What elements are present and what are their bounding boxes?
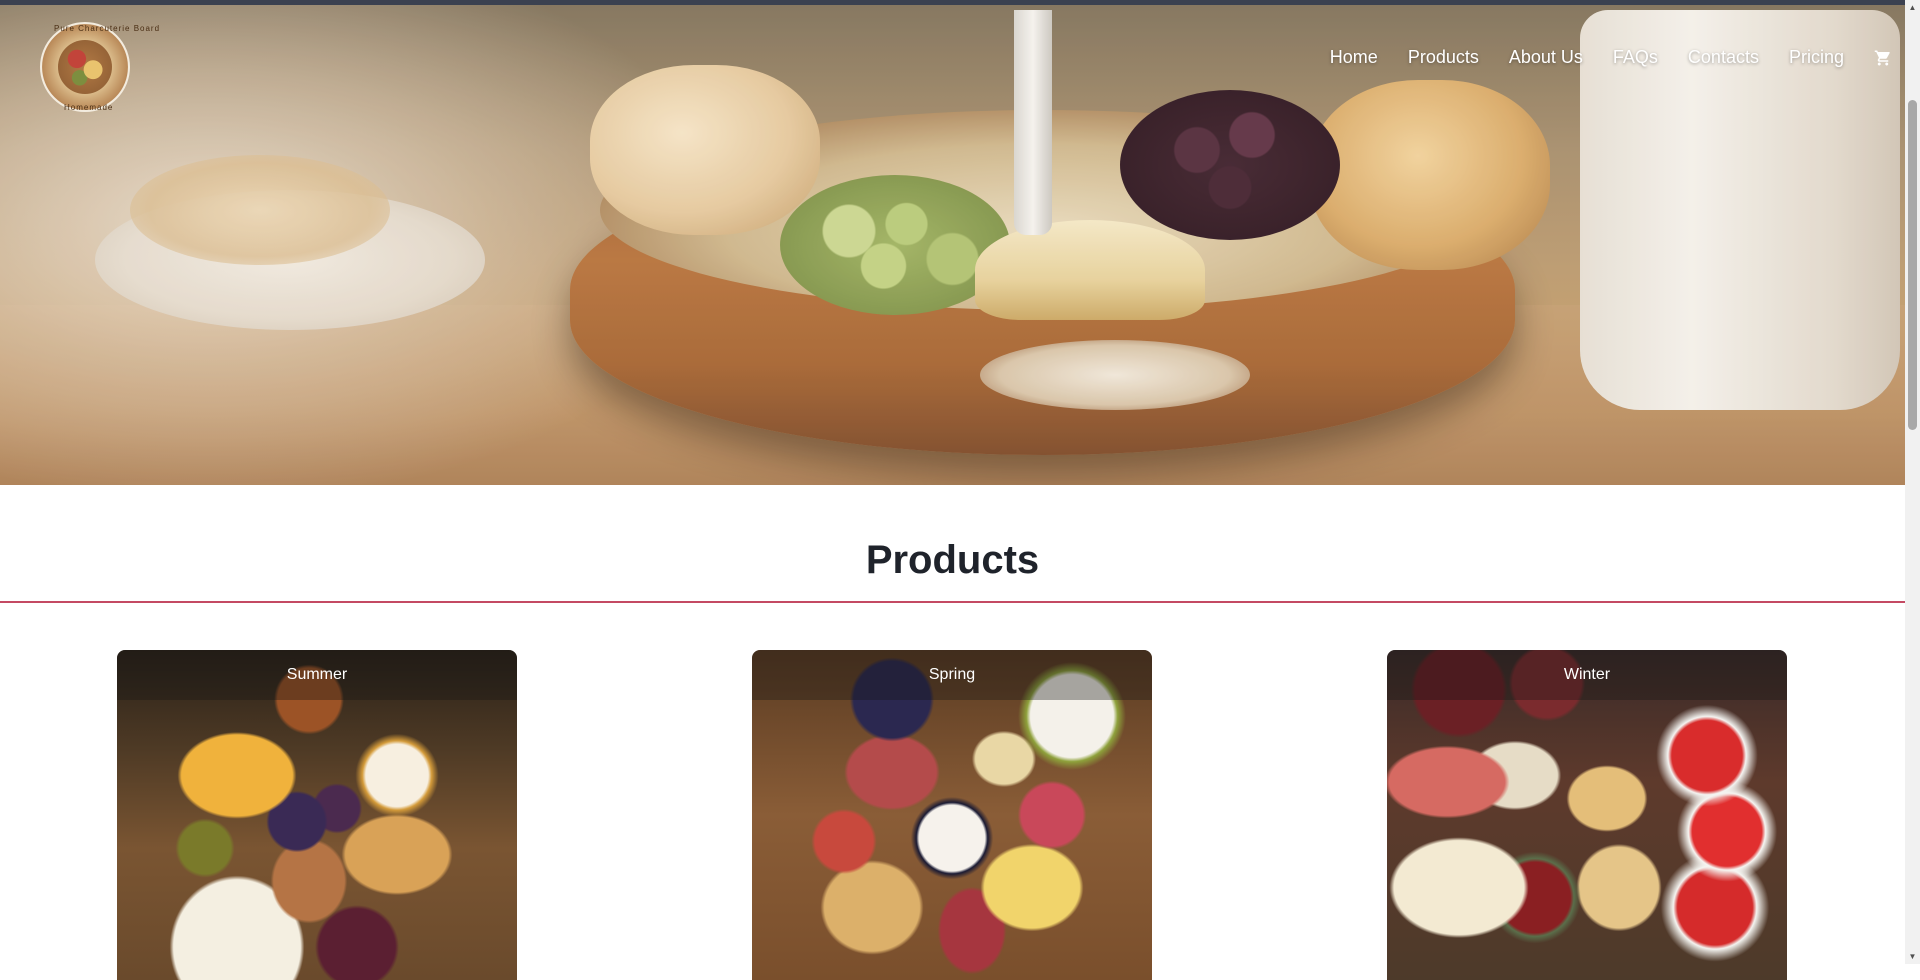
page-scrollbar[interactable]: ▲ ▼ [1905,0,1920,964]
product-card-label: Spring [752,650,1152,700]
site-logo[interactable]: Pure Charcuterie Board Homemade [40,22,159,112]
product-card-summer[interactable]: Summer [117,650,517,980]
hero-veil [0,5,1905,485]
nav-link-faqs[interactable]: FAQs [1613,47,1658,68]
charcuterie-board-logo-icon [58,40,112,94]
nav-link-pricing[interactable]: Pricing [1789,47,1844,68]
scroll-down-arrow-icon[interactable]: ▼ [1905,949,1920,964]
scrollbar-thumb[interactable] [1908,100,1917,430]
scroll-up-arrow-icon[interactable]: ▲ [1905,0,1920,15]
nav-link-contacts[interactable]: Contacts [1688,47,1759,68]
shopping-cart-icon[interactable] [1874,49,1892,67]
section-divider [0,601,1905,603]
main-navigation: Home Products About Us FAQs Contacts Pri… [1300,47,1892,68]
hero-banner [0,5,1905,485]
product-card-spring[interactable]: Spring [752,650,1152,980]
nav-link-home[interactable]: Home [1330,47,1378,68]
nav-link-products[interactable]: Products [1408,47,1479,68]
logo-text-top: Pure Charcuterie Board [54,24,161,33]
logo-text-bottom: Homemade [64,103,114,112]
product-card-label: Summer [117,650,517,700]
product-card-winter[interactable]: Winter [1387,650,1787,980]
nav-link-about-us[interactable]: About Us [1509,47,1583,68]
product-card-label: Winter [1387,650,1787,700]
products-section-title: Products [865,538,1040,582]
